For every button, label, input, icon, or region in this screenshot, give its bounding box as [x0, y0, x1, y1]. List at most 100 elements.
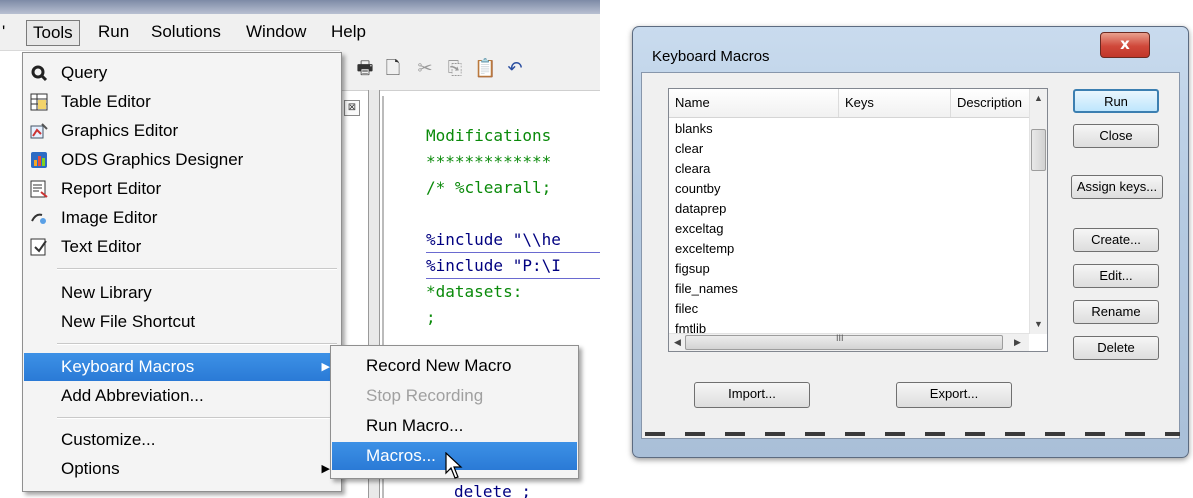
- list-item[interactable]: exceltag: [675, 219, 723, 239]
- delete-button[interactable]: Delete: [1073, 336, 1159, 360]
- tools-menu: Query Table Editor Graphics Editor ODS G…: [22, 52, 342, 492]
- list-item[interactable]: countby: [675, 179, 721, 199]
- code-line: ;: [426, 308, 436, 327]
- menu-item-add-abbreviation[interactable]: Add Abbreviation...: [24, 382, 340, 410]
- menu-item-label: Report Editor: [61, 179, 162, 198]
- cut-icon[interactable]: ✂: [414, 58, 436, 80]
- menu-item-query[interactable]: Query: [24, 59, 340, 87]
- dialog-title: Keyboard Macros: [652, 48, 770, 65]
- menu-item-label: Table Editor: [61, 92, 151, 111]
- list-item[interactable]: dataprep: [675, 199, 726, 219]
- menu-item-label: Options: [61, 459, 120, 478]
- scroll-grip-icon: III: [836, 333, 844, 343]
- menu-item-image-editor[interactable]: Image Editor: [24, 204, 340, 232]
- close-button[interactable]: Close: [1073, 124, 1159, 148]
- code-line: *datasets:: [426, 282, 523, 301]
- scroll-right-icon[interactable]: ▶: [1009, 337, 1026, 348]
- menu-item-record-new-macro[interactable]: Record New Macro: [332, 352, 577, 380]
- menu-item-label: Keyboard Macros: [61, 357, 195, 376]
- menu-item-table-editor[interactable]: Table Editor: [24, 88, 340, 116]
- menu-item-label: Run Macro...: [366, 416, 464, 435]
- menu-item-keyboard-macros[interactable]: Keyboard Macros ▶: [24, 353, 340, 381]
- print-preview-icon[interactable]: 🗋: [382, 58, 404, 80]
- list-item[interactable]: file_names: [675, 279, 738, 299]
- menu-item-label: Customize...: [61, 430, 156, 449]
- submenu-arrow-icon: ▶: [321, 463, 330, 475]
- menu-item-report-editor[interactable]: Report Editor: [24, 175, 340, 203]
- menu-item-graphics-editor[interactable]: Graphics Editor: [24, 117, 340, 145]
- vertical-scroll-thumb[interactable]: [1031, 129, 1046, 171]
- rename-button[interactable]: Rename: [1073, 300, 1159, 324]
- menu-item-text-editor[interactable]: Text Editor: [24, 233, 340, 261]
- code-line-separator: [426, 252, 600, 253]
- column-header-name[interactable]: Name: [669, 89, 839, 117]
- menu-item-customize[interactable]: Customize...: [24, 426, 340, 454]
- menu-item-run-macro[interactable]: Run Macro...: [332, 412, 577, 440]
- menu-help[interactable]: Help: [325, 20, 372, 44]
- dialog-bottom-edge: [645, 432, 1180, 436]
- table-editor-icon: [30, 93, 48, 111]
- menu-separator: [57, 417, 337, 419]
- create-button[interactable]: Create...: [1073, 228, 1159, 252]
- print-icon[interactable]: 🖶: [354, 58, 376, 80]
- menu-item-label: Macros...: [366, 446, 436, 465]
- submenu-arrow-icon: ▶: [321, 361, 330, 373]
- toolbar: 🖶 🗋 ✂ ⎘ 📋 ↶: [340, 50, 600, 91]
- column-header-description[interactable]: Description: [951, 89, 1031, 117]
- menu-separator: [57, 343, 337, 345]
- ods-graphics-icon: [31, 152, 47, 168]
- list-item[interactable]: filec: [675, 299, 698, 319]
- column-header-keys[interactable]: Keys: [839, 89, 951, 117]
- copy-icon[interactable]: ⎘: [444, 58, 466, 80]
- list-item[interactable]: figsup: [675, 259, 710, 279]
- undo-icon[interactable]: ↶: [504, 58, 526, 80]
- list-item[interactable]: blanks: [675, 119, 713, 139]
- menu-solutions[interactable]: Solutions: [145, 20, 227, 44]
- sas-editor-window: ' Tools Run Solutions Window Help 🖶 🗋 ✂ …: [0, 0, 600, 498]
- mouse-pointer-icon: [445, 452, 463, 479]
- menu-item-label: Record New Macro: [366, 356, 512, 375]
- vertical-scrollbar[interactable]: ▲ ▼: [1029, 89, 1047, 334]
- export-button[interactable]: Export...: [896, 382, 1012, 408]
- code-line: *************: [426, 152, 552, 171]
- close-icon[interactable]: x: [1100, 32, 1150, 58]
- menubar-edge: ': [2, 22, 6, 41]
- list-item[interactable]: clear: [675, 139, 703, 159]
- menu-item-stop-recording: Stop Recording: [332, 382, 577, 410]
- menu-item-new-file-shortcut[interactable]: New File Shortcut: [24, 308, 340, 336]
- menu-bar: ' Tools Run Solutions Window Help: [0, 14, 600, 51]
- menu-item-label: ODS Graphics Designer: [61, 150, 244, 169]
- menu-run[interactable]: Run: [92, 20, 135, 44]
- edit-button[interactable]: Edit...: [1073, 264, 1159, 288]
- list-item[interactable]: exceltemp: [675, 239, 734, 259]
- list-item[interactable]: fmtlib: [675, 319, 706, 333]
- menu-separator: [57, 268, 337, 270]
- import-button[interactable]: Import...: [694, 382, 810, 408]
- image-editor-icon: [31, 213, 46, 224]
- scroll-down-icon[interactable]: ▼: [1030, 319, 1047, 329]
- run-button[interactable]: Run: [1073, 89, 1159, 113]
- list-item[interactable]: cleara: [675, 159, 710, 179]
- menu-item-label: Stop Recording: [366, 386, 484, 405]
- pane-close-icon[interactable]: ⊠: [344, 100, 360, 116]
- scroll-left-icon[interactable]: ◀: [669, 337, 686, 348]
- menu-item-label: Graphics Editor: [61, 121, 179, 140]
- menu-item-ods-graphics-designer[interactable]: ODS Graphics Designer: [24, 146, 340, 174]
- menu-window[interactable]: Window: [240, 20, 312, 44]
- title-strip: [0, 0, 600, 14]
- code-line-separator: [426, 278, 600, 279]
- graphics-editor-icon: [30, 123, 48, 139]
- horizontal-scroll-thumb[interactable]: III: [685, 333, 1003, 350]
- scroll-up-icon[interactable]: ▲: [1030, 93, 1047, 103]
- query-icon: [31, 65, 48, 82]
- menu-item-new-library[interactable]: New Library: [24, 279, 340, 307]
- menu-item-options[interactable]: Options ▶: [24, 455, 340, 483]
- menu-item-label: Query: [61, 63, 108, 82]
- text-editor-icon: [30, 238, 47, 256]
- macros-list[interactable]: Name Keys Description blanks clear clear…: [668, 88, 1048, 352]
- code-line: %include "P:\I: [426, 256, 561, 275]
- assign-keys-button[interactable]: Assign keys...: [1071, 175, 1163, 199]
- paste-icon[interactable]: 📋: [474, 58, 496, 80]
- menu-item-label: New Library: [61, 283, 152, 302]
- menu-tools[interactable]: Tools: [26, 20, 80, 46]
